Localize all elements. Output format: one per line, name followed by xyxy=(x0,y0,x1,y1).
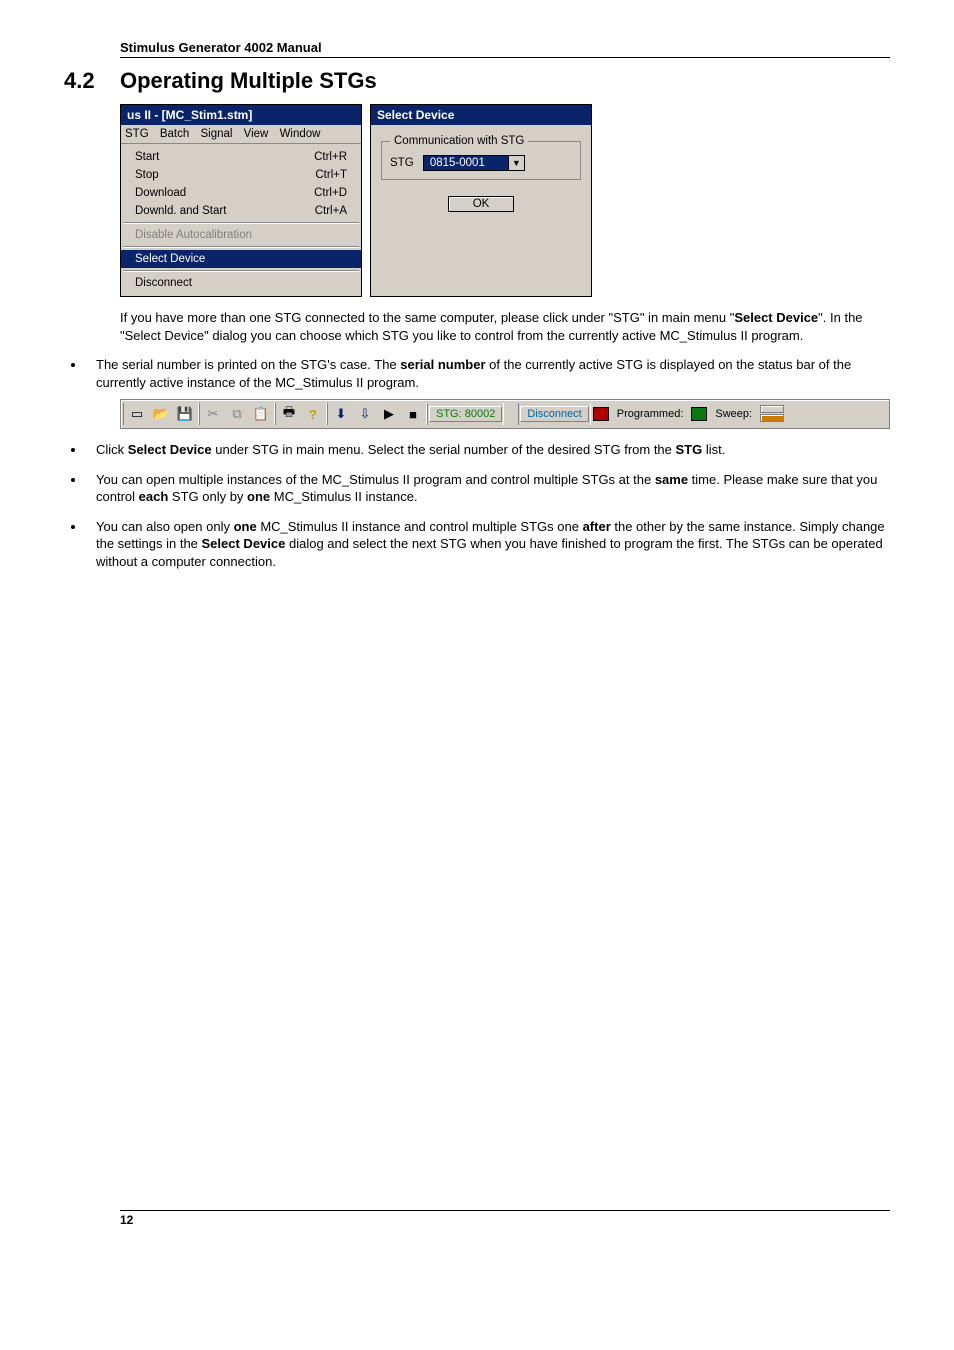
menuitem-start[interactable]: Start Ctrl+R xyxy=(121,148,361,166)
menuitem-downld-start-accel: Ctrl+A xyxy=(315,205,347,217)
text: The serial number is printed on the STG'… xyxy=(96,357,400,372)
stg-status-button[interactable]: STG: 80002 xyxy=(429,406,502,422)
menu-bar: STG Batch Signal View Window xyxy=(121,125,361,144)
download-run-icon[interactable]: ⇩ xyxy=(353,403,377,425)
menuitem-download-accel: Ctrl+D xyxy=(314,187,347,199)
text: You can open multiple instances of the M… xyxy=(96,472,655,487)
menuitem-download-label: Download xyxy=(135,187,186,199)
chevron-down-icon[interactable]: ▼ xyxy=(508,156,524,170)
text-bold: serial number xyxy=(400,357,485,372)
menuitem-disable-autocal-label: Disable Autocalibration xyxy=(135,229,252,241)
section-title: Operating Multiple STGs xyxy=(120,68,377,93)
menu-signal[interactable]: Signal xyxy=(200,128,232,140)
text-bold: Select Device xyxy=(128,442,212,457)
menu-separator xyxy=(123,270,359,272)
window-titlebar: us II - [MC_Stim1.stm] xyxy=(121,105,361,125)
text-bold: STG xyxy=(676,442,703,457)
communication-fieldset: Communication with STG STG 0815-0001 ▼ xyxy=(381,135,581,180)
text: under STG in main menu. Select the seria… xyxy=(212,442,676,457)
section-number: 4.2 xyxy=(64,68,120,94)
text-bold: one xyxy=(234,519,257,534)
menuitem-download[interactable]: Download Ctrl+D xyxy=(121,184,361,202)
menu-window[interactable]: Window xyxy=(280,128,321,140)
intro-paragraph: If you have more than one STG connected … xyxy=(120,309,890,344)
menu-batch[interactable]: Batch xyxy=(160,128,189,140)
copy-icon[interactable]: ⧉ xyxy=(225,403,249,425)
menuitem-start-accel: Ctrl+R xyxy=(314,151,347,163)
ok-button[interactable]: OK xyxy=(448,196,515,212)
paste-icon[interactable]: 📋 xyxy=(249,403,273,425)
text: MC_Stimulus II instance. xyxy=(270,489,417,504)
help-icon[interactable]: ? xyxy=(301,403,325,425)
text: list. xyxy=(702,442,725,457)
text-bold: Select Device xyxy=(734,310,818,325)
text-bold: Select Device xyxy=(202,536,286,551)
text: If you have more than one STG connected … xyxy=(120,310,734,325)
stg-combo[interactable]: 0815-0001 ▼ xyxy=(423,155,525,171)
menu-view[interactable]: View xyxy=(244,128,269,140)
text: Click xyxy=(96,442,128,457)
section-heading: 4.2Operating Multiple STGs xyxy=(64,68,890,94)
connection-led-icon xyxy=(593,407,609,421)
text: You can also open only xyxy=(96,519,234,534)
fieldset-legend: Communication with STG xyxy=(390,135,528,147)
text-bold: after xyxy=(583,519,611,534)
page-number: 12 xyxy=(120,1210,890,1227)
sweep-label: Sweep: xyxy=(709,407,758,421)
programmed-led-icon xyxy=(691,407,707,421)
print-icon[interactable]: 🖶 xyxy=(277,403,301,425)
sweep-indicator-icon xyxy=(760,405,784,423)
menuitem-select-device-label: Select Device xyxy=(135,253,205,265)
menuitem-disconnect[interactable]: Disconnect xyxy=(121,274,361,292)
open-file-icon[interactable]: 📂 xyxy=(149,403,173,425)
menuitem-downld-start-label: Downld. and Start xyxy=(135,205,226,217)
new-file-icon[interactable]: ▭ xyxy=(125,403,149,425)
text-bold: same xyxy=(655,472,688,487)
download-icon[interactable]: ⬇ xyxy=(329,403,353,425)
bullet-select-device: Click Select Device under STG in main me… xyxy=(86,441,890,459)
cut-icon[interactable]: ✂ xyxy=(201,403,225,425)
text: STG only by xyxy=(168,489,247,504)
text-bold: one xyxy=(247,489,270,504)
menuitem-disable-autocal: Disable Autocalibration xyxy=(121,226,361,244)
menu-stg[interactable]: STG xyxy=(125,128,149,140)
menuitem-stop[interactable]: Stop Ctrl+T xyxy=(121,166,361,184)
menu-separator xyxy=(123,222,359,224)
disconnect-button[interactable]: Disconnect xyxy=(520,406,588,422)
bullet-multiple-instances: You can open multiple instances of the M… xyxy=(86,471,890,506)
select-device-dialog: Select Device Communication with STG STG… xyxy=(370,104,592,297)
menuitem-start-label: Start xyxy=(135,151,159,163)
bullet-serial-number: The serial number is printed on the STG'… xyxy=(86,356,890,391)
text: MC_Stimulus II instance and control mult… xyxy=(257,519,583,534)
toolbar-screenshot: ▭ 📂 💾 ✂ ⧉ 📋 🖶 ? ⬇ ⇩ ▶ ■ STG: 80002 Disco… xyxy=(120,399,890,429)
dialog-titlebar: Select Device xyxy=(371,105,591,125)
menuitem-select-device[interactable]: Select Device xyxy=(121,250,361,268)
menuitem-disconnect-label: Disconnect xyxy=(135,277,192,289)
menuitem-stop-label: Stop xyxy=(135,169,159,181)
stg-dropdown: Start Ctrl+R Stop Ctrl+T Download Ctrl+D… xyxy=(121,144,361,296)
bullet-one-instance: You can also open only one MC_Stimulus I… xyxy=(86,518,890,571)
stg-label: STG xyxy=(390,157,414,169)
stg-menu-window: us II - [MC_Stim1.stm] STG Batch Signal … xyxy=(120,104,362,297)
stop-icon[interactable]: ■ xyxy=(401,403,425,425)
text-bold: each xyxy=(139,489,169,504)
menuitem-downld-start[interactable]: Downld. and Start Ctrl+A xyxy=(121,202,361,220)
menu-separator xyxy=(123,246,359,248)
menuitem-stop-accel: Ctrl+T xyxy=(315,169,347,181)
programmed-label: Programmed: xyxy=(611,407,690,421)
running-header: Stimulus Generator 4002 Manual xyxy=(120,40,890,58)
save-icon[interactable]: 💾 xyxy=(173,403,197,425)
stg-combo-value: 0815-0001 xyxy=(424,156,508,170)
play-icon[interactable]: ▶ xyxy=(377,403,401,425)
